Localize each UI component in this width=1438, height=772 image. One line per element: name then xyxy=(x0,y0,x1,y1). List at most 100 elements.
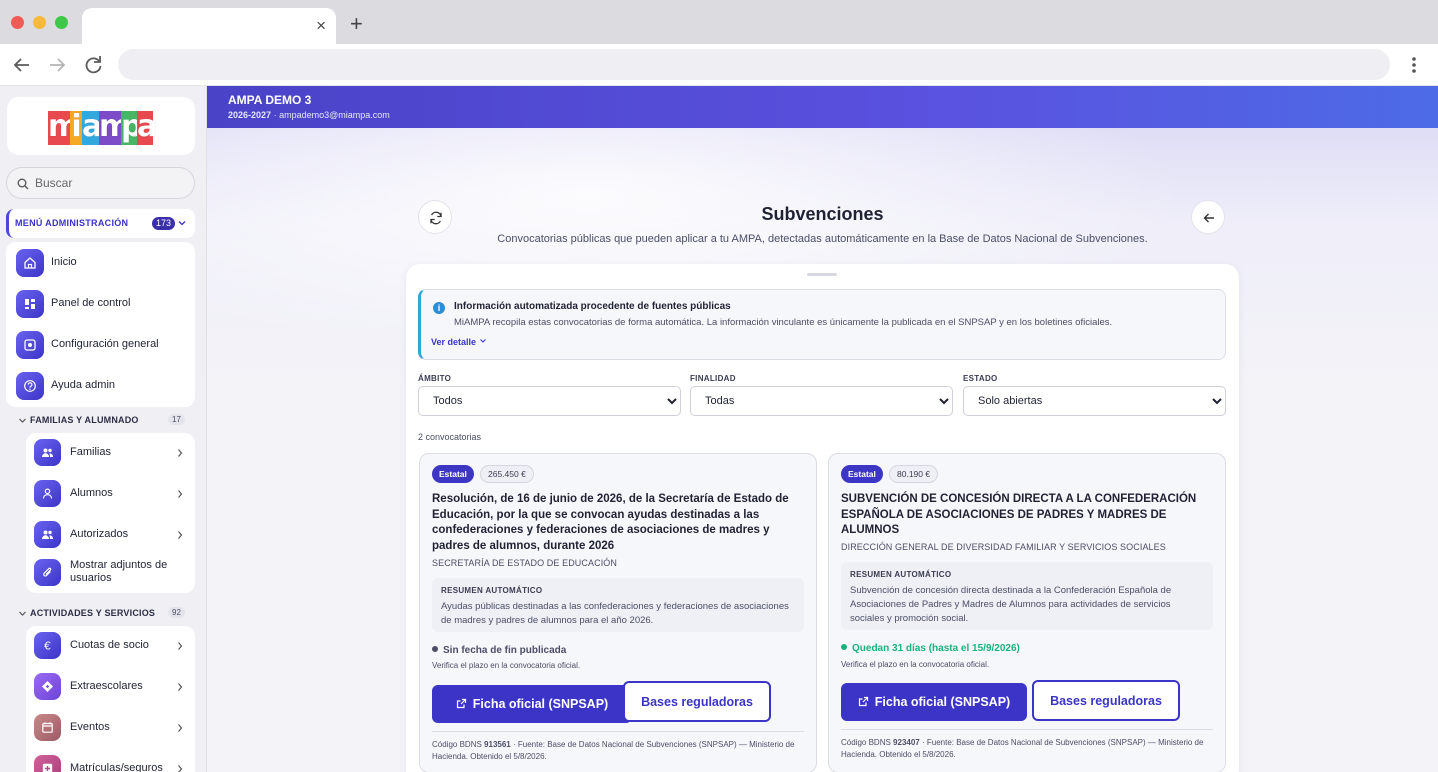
official-record-label: Ficha oficial (SNPSAP) xyxy=(472,697,609,711)
sidebar-item-label: Inicio xyxy=(51,256,77,268)
sidebar-item-adjuntos[interactable]: Mostrar adjuntos de usuarios xyxy=(26,555,195,591)
official-record-button[interactable]: Ficha oficial (SNPSAP) xyxy=(841,683,1027,721)
view-detail-link[interactable]: Ver detalle xyxy=(431,337,487,347)
euro-icon: € xyxy=(34,632,61,659)
bdns-code: 923407 xyxy=(893,738,920,747)
chevron-right-icon xyxy=(178,490,183,498)
sidebar-search[interactable] xyxy=(6,167,195,199)
users-icon xyxy=(34,521,61,548)
tab-close-icon[interactable]: × xyxy=(316,17,326,34)
paperclip-icon xyxy=(34,559,61,586)
sidebar-item-cuotas[interactable]: € Cuotas de socio xyxy=(26,628,195,664)
new-tab-button[interactable]: + xyxy=(350,13,363,35)
auto-summary: RESUMEN AUTOMÁTICO Subvención de concesi… xyxy=(841,562,1213,630)
school-year: 2026-2027 xyxy=(228,110,272,120)
sidebar-item-label: Panel de control xyxy=(51,297,131,309)
sidebar-item-configuracion[interactable]: Configuración general xyxy=(6,327,195,363)
sidebar-item-label: Familias xyxy=(70,446,111,458)
address-bar[interactable] xyxy=(118,49,1390,80)
browser-tabbar: × + xyxy=(0,0,1438,44)
search-icon xyxy=(17,178,29,190)
official-record-button[interactable]: Ficha oficial (SNPSAP) xyxy=(432,685,632,723)
verify-note: Verifica el plazo en la convocatoria ofi… xyxy=(432,661,581,670)
chevron-down-icon xyxy=(19,418,26,423)
grants-panel: i Información automatizada procedente de… xyxy=(406,264,1239,772)
drag-handle[interactable] xyxy=(807,273,837,276)
external-link-icon xyxy=(858,696,868,707)
browser-menu-icon[interactable] xyxy=(1404,53,1424,77)
sidebar-item-extraescolares[interactable]: Extraescolares xyxy=(26,669,195,705)
org-meta: 2026-2027 · ampademo3@miampa.com xyxy=(228,110,390,120)
window-minimize-button[interactable] xyxy=(33,16,46,29)
deadline-text: Sin fecha de fin publicada xyxy=(443,645,567,656)
chevron-right-icon xyxy=(178,642,183,650)
ambito-label: ÁMBITO xyxy=(418,374,452,383)
grant-organism: DIRECCIÓN GENERAL DE DIVERSIDAD FAMILIAR… xyxy=(841,542,1166,552)
scope-badge: Estatal xyxy=(432,465,474,483)
external-link-icon xyxy=(456,698,466,709)
back-button[interactable] xyxy=(1191,200,1225,234)
deadline-text: Quedan 31 días (hasta el 15/9/2026) xyxy=(852,643,1020,654)
section-actividades-toggle[interactable]: ACTIVIDADES Y SERVICIOS 92 xyxy=(18,607,188,621)
sidebar-item-panel-de-control[interactable]: Panel de control xyxy=(6,286,195,322)
grant-title: SUBVENCIÓN DE CONCESIÓN DIRECTA A LA CON… xyxy=(841,493,1197,536)
window-maximize-button[interactable] xyxy=(55,16,68,29)
app-header: AMPA DEMO 3 2026-2027 · ampademo3@miampa… xyxy=(207,86,1438,128)
org-email: ampademo3@miampa.com xyxy=(279,110,390,120)
section-familias-toggle[interactable]: FAMILIAS Y ALUMNADO 17 xyxy=(18,414,188,428)
back-arrow-icon[interactable] xyxy=(10,53,34,77)
chevron-right-icon xyxy=(178,765,183,772)
chevron-right-icon xyxy=(178,724,183,732)
sidebar-item-autorizados[interactable]: Autorizados xyxy=(26,517,195,553)
chevron-right-icon xyxy=(178,531,183,539)
admin-menu-group: Inicio Panel de control Configuración ge… xyxy=(6,242,195,407)
grant-title: Resolución, de 16 de junio de 2026, de l… xyxy=(432,493,789,552)
finalidad-label: FINALIDAD xyxy=(690,374,736,383)
help-icon xyxy=(16,372,44,400)
page-title: Subvenciones xyxy=(761,204,884,224)
auto-summary: RESUMEN AUTOMÁTICO Ayudas públicas desti… xyxy=(432,578,804,632)
estado-select[interactable]: Solo abiertas xyxy=(963,386,1226,416)
users-icon xyxy=(34,439,61,466)
logo-card[interactable]: m i a m p a xyxy=(7,97,195,155)
grant-footer: Código BDNS 913561 · Fuente: Base de Dat… xyxy=(432,731,804,762)
sidebar-item-eventos[interactable]: Eventos xyxy=(26,710,195,746)
section-title: ACTIVIDADES Y SERVICIOS xyxy=(30,608,156,618)
user-icon xyxy=(34,480,61,507)
section-count: 92 xyxy=(168,607,185,618)
info-icon: i xyxy=(433,302,445,314)
finalidad-select[interactable]: Todas xyxy=(690,386,953,416)
browser-tab[interactable]: × xyxy=(82,8,336,44)
window-close-button[interactable] xyxy=(11,16,24,29)
info-notice: i Información automatizada procedente de… xyxy=(418,289,1226,360)
sidebar-item-ayuda-admin[interactable]: Ayuda admin xyxy=(6,368,195,404)
browser-toolbar xyxy=(0,44,1438,86)
org-name: AMPA DEMO 3 xyxy=(228,93,312,107)
diamond-icon xyxy=(34,673,61,700)
estado-label: ESTADO xyxy=(963,374,998,383)
sidebar-item-alumnos[interactable]: Alumnos xyxy=(26,476,195,512)
admin-menu-toggle[interactable]: MENÚ ADMINISTRACIÓN 173 xyxy=(6,209,195,238)
sidebar-item-matriculas[interactable]: Matrículas/seguros xyxy=(26,751,195,772)
verify-note: Verifica el plazo en la convocatoria ofi… xyxy=(841,660,990,669)
sidebar-item-familias[interactable]: Familias xyxy=(26,435,195,471)
regulatory-bases-button[interactable]: Bases reguladoras xyxy=(623,681,771,722)
deadline-status: Quedan 31 días (hasta el 15/9/2026) xyxy=(841,643,1020,654)
forward-arrow-icon[interactable] xyxy=(45,53,69,77)
regulatory-bases-button[interactable]: Bases reguladoras xyxy=(1032,680,1180,721)
svg-text:€: € xyxy=(44,640,51,653)
reload-icon[interactable] xyxy=(81,53,105,77)
grant-card: Estatal 265.450 € Resolución, de 16 de j… xyxy=(419,453,817,772)
amount-badge: 80.190 € xyxy=(889,465,939,483)
view-detail-label: Ver detalle xyxy=(431,337,477,347)
search-input[interactable] xyxy=(35,173,185,193)
grant-organism: SECRETARÍA DE ESTADO DE EDUCACIÓN xyxy=(432,558,617,568)
bdns-code: 913561 xyxy=(484,740,511,749)
sidebar: m i a m p a MENÚ ADMINISTRACIÓN 173 Inic… xyxy=(0,86,207,772)
arrow-left-icon xyxy=(1203,213,1214,223)
ambito-select[interactable]: Todos xyxy=(418,386,681,416)
sidebar-item-label: Eventos xyxy=(70,721,110,733)
grant-footer: Código BDNS 923407 · Fuente: Base de Dat… xyxy=(841,729,1213,760)
sidebar-item-inicio[interactable]: Inicio xyxy=(6,245,195,281)
dashboard-icon xyxy=(16,290,44,318)
